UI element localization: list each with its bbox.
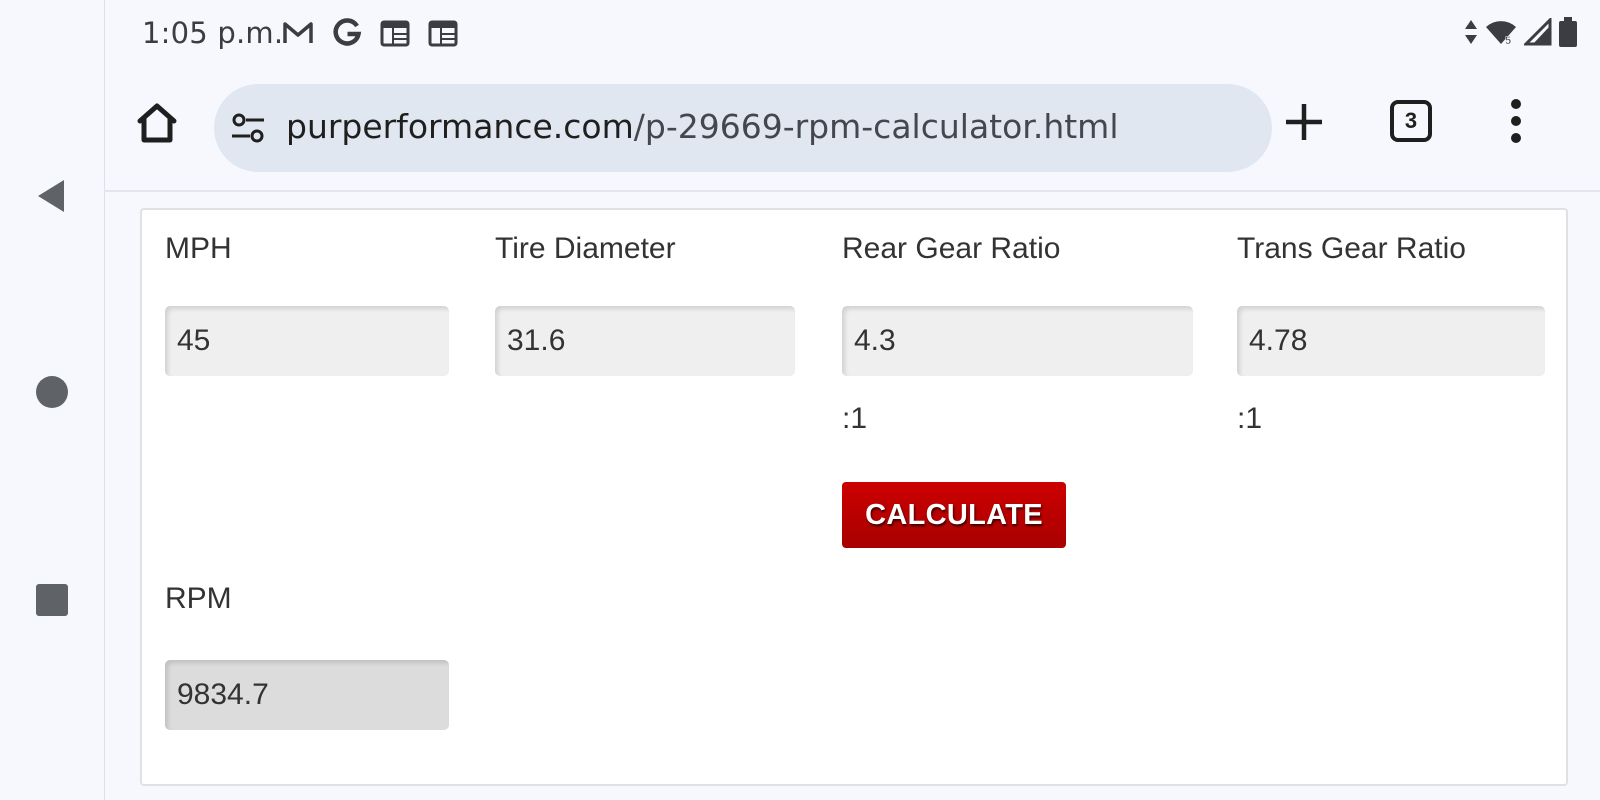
calendar-icon	[428, 20, 458, 47]
cell-signal-icon	[1524, 18, 1552, 46]
recents-square-icon	[36, 584, 68, 616]
new-tab-button[interactable]	[1282, 100, 1326, 144]
rear-gear-ratio-label: Rear Gear Ratio	[842, 232, 1061, 265]
rpm-field: RPM 9834.7	[165, 582, 449, 730]
recents-button[interactable]	[34, 582, 70, 618]
address-bar[interactable]: purperformance.com/p-29669-rpm-calculato…	[214, 84, 1272, 172]
back-triangle-icon	[38, 180, 64, 212]
browser-home-button[interactable]	[134, 100, 180, 146]
rear-gear-ratio-suffix: :1	[842, 402, 868, 435]
more-vert-icon	[1511, 99, 1521, 143]
site-settings-icon	[232, 113, 264, 143]
url-text: purperformance.com/p-29669-rpm-calculato…	[286, 107, 1119, 146]
notification-icons	[282, 18, 458, 48]
mph-label: MPH	[165, 232, 232, 265]
trans-gear-ratio-field: Trans Gear Ratio 4.78 :1	[1237, 232, 1545, 435]
google-icon	[333, 18, 362, 46]
url-path: /p-29669-rpm-calculator.html	[633, 107, 1119, 146]
trans-gear-ratio-suffix: :1	[1237, 402, 1263, 435]
home-icon	[137, 103, 177, 143]
wifi-icon: 5	[1486, 21, 1516, 46]
rpm-output[interactable]: 9834.7	[165, 660, 449, 730]
rpm-calculator-form: MPH 45 Tire Diameter 31.6 Rear Gear Rati…	[140, 208, 1568, 786]
rpm-label: RPM	[165, 582, 232, 615]
battery-icon	[1559, 17, 1577, 47]
calendar-icon	[380, 20, 410, 47]
tire-diameter-label: Tire Diameter	[495, 232, 676, 265]
data-arrows-icon	[1465, 20, 1477, 44]
browser-menu-button[interactable]	[1494, 96, 1538, 146]
tire-diameter-input[interactable]: 31.6	[495, 306, 795, 376]
tire-diameter-field: Tire Diameter 31.6	[495, 232, 795, 376]
gmail-icon	[283, 22, 313, 43]
status-time: 1:05 p.m.	[142, 16, 284, 50]
trans-gear-ratio-input[interactable]: 4.78	[1237, 306, 1545, 376]
back-button[interactable]	[34, 178, 70, 214]
browser-toolbar: purperformance.com/p-29669-rpm-calculato…	[104, 70, 1600, 192]
home-nav-button[interactable]	[34, 374, 70, 410]
rear-gear-ratio-field: Rear Gear Ratio 4.3 :1	[842, 232, 1193, 435]
calculate-button[interactable]: CALCULATE	[842, 482, 1066, 548]
mph-input[interactable]: 45	[165, 306, 449, 376]
mph-field: MPH 45	[165, 232, 449, 376]
home-circle-icon	[36, 376, 68, 408]
plus-icon	[1286, 104, 1322, 140]
rear-gear-ratio-input[interactable]: 4.3	[842, 306, 1193, 376]
wifi-badge: 5	[1505, 35, 1511, 46]
system-navigation-bar	[0, 0, 105, 800]
url-domain: purperformance.com	[286, 107, 634, 146]
status-bar: 1:05 p.m. 5	[104, 0, 1600, 70]
trans-gear-ratio-label: Trans Gear Ratio	[1237, 232, 1466, 265]
system-status-icons: 5	[1464, 16, 1578, 48]
tab-switcher-button[interactable]: 3	[1390, 100, 1432, 142]
